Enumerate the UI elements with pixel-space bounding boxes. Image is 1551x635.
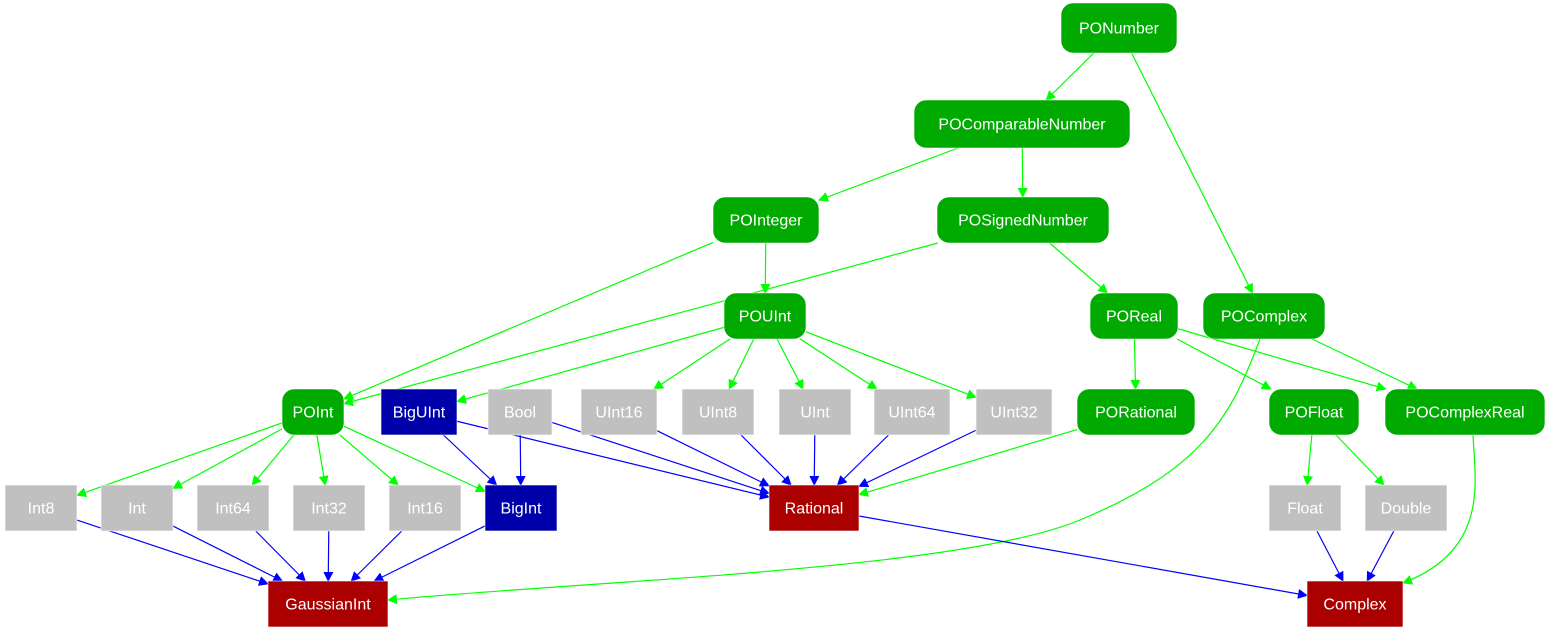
node-big-u-int: BigUInt	[380, 388, 458, 436]
edge-po-signed-number-to-po-real	[1049, 242, 1109, 294]
edge-int64-to-gaussian-int	[255, 530, 306, 582]
node-int8: Int8	[4, 484, 78, 532]
edge-pou-int-to-u-int16	[653, 338, 731, 390]
node-label: Int	[128, 501, 146, 518]
edge-po-signed-number-to-po-int	[343, 242, 939, 407]
type-hierarchy-graph: PONumber POComparableNumber POInteger POSig…	[4, 2, 1546, 628]
node-u-int16: UInt16	[580, 388, 658, 436]
edge-po-int-to-int16	[339, 434, 399, 486]
node-pou-int: POUInt	[723, 292, 807, 340]
node-label: Rational	[785, 501, 844, 518]
edge-float-to-complex	[1316, 530, 1344, 582]
edge-pou-int-to-u-int8	[728, 338, 755, 390]
edge-po-int-to-big-int	[343, 425, 486, 493]
node-po-int: POInt	[281, 388, 345, 436]
edge-u-int32-to-rational	[858, 429, 977, 488]
node-label: Float	[1287, 501, 1323, 518]
edge-po-rational-to-rational	[858, 429, 1078, 497]
edge-po-number-to-po-comparable-number	[1045, 52, 1095, 101]
node-int16: Int16	[388, 484, 462, 532]
node-label: POComparableNumber	[938, 117, 1106, 134]
edge-big-int-to-gaussian-int	[373, 525, 486, 582]
nodes-layer: PONumber POComparableNumber POInteger POSig…	[4, 2, 1546, 628]
node-label: UInt16	[595, 405, 642, 422]
node-po-integer: POInteger	[712, 196, 820, 244]
edge-u-int64-to-rational	[836, 434, 889, 486]
node-label: UInt	[800, 405, 830, 422]
node-int32: Int32	[292, 484, 366, 532]
edge-double-to-complex	[1366, 530, 1395, 582]
node-label: POUInt	[739, 309, 792, 326]
node-bool: Bool	[487, 388, 553, 436]
edge-po-comparable-number-to-po-integer	[818, 147, 959, 202]
node-label: Double	[1381, 501, 1432, 518]
node-label: UInt32	[990, 405, 1037, 422]
edge-po-comparable-number-to-po-signed-number	[1017, 147, 1028, 198]
edge-po-real-to-po-rational	[1130, 338, 1141, 390]
edge-int16-to-gaussian-int	[350, 530, 403, 582]
node-po-comparable-number: POComparableNumber	[913, 99, 1131, 149]
edge-u-int8-to-rational	[740, 434, 792, 486]
node-label: PONumber	[1079, 21, 1160, 38]
node-label: Bool	[504, 405, 536, 422]
node-label: PORational	[1095, 405, 1177, 422]
node-label: Int32	[311, 501, 347, 518]
node-float: Float	[1268, 484, 1342, 532]
edge-po-int-to-int32	[316, 434, 329, 486]
node-int64: Int64	[196, 484, 270, 532]
node-complex: Complex	[1306, 580, 1404, 628]
node-label: POInteger	[730, 213, 804, 230]
node-label: POComplexReal	[1405, 405, 1524, 422]
node-label: BigInt	[501, 501, 542, 518]
edge-po-number-to-po-complex	[1131, 52, 1253, 294]
node-label: Int8	[28, 501, 55, 518]
node-label: UInt8	[699, 405, 737, 422]
node-label: UInt64	[888, 405, 935, 422]
node-po-complex-real: POComplexReal	[1384, 388, 1546, 436]
node-gaussian-int: GaussianInt	[267, 580, 389, 628]
node-label: Complex	[1323, 597, 1386, 614]
node-label: GaussianInt	[285, 597, 371, 614]
edge-po-complex-to-gaussian-int	[387, 338, 1261, 605]
node-u-int64: UInt64	[873, 388, 951, 436]
edge-u-int16-to-rational	[656, 430, 770, 487]
node-po-signed-number: POSignedNumber	[936, 196, 1110, 244]
edge-po-int-to-int	[172, 428, 283, 489]
node-label: POInt	[293, 405, 334, 422]
edge-po-float-to-double	[1335, 434, 1385, 486]
node-int: Int	[100, 484, 174, 532]
node-po-complex: POComplex	[1202, 292, 1326, 340]
edge-po-float-to-float	[1303, 434, 1313, 486]
node-label: POReal	[1106, 309, 1162, 326]
edge-pou-int-to-u-int	[776, 338, 804, 390]
node-po-float: POFloat	[1268, 388, 1360, 436]
edge-int-to-gaussian-int	[172, 525, 284, 582]
node-po-real: POReal	[1089, 292, 1179, 340]
edge-pou-int-to-u-int64	[799, 338, 878, 390]
node-big-int: BigInt	[484, 484, 558, 532]
edge-pou-int-to-u-int32	[805, 331, 977, 399]
node-po-rational: PORational	[1076, 388, 1196, 436]
edge-po-complex-to-po-complex-real	[1311, 338, 1418, 390]
node-label: POComplex	[1221, 309, 1307, 326]
node-label: Int64	[215, 501, 251, 518]
edge-u-int-to-rational	[809, 434, 820, 486]
node-po-number: PONumber	[1060, 2, 1178, 54]
node-u-int8: UInt8	[681, 388, 755, 436]
edge-big-u-int-to-big-int	[443, 434, 498, 486]
node-rational: Rational	[768, 484, 860, 532]
edge-po-integer-to-po-int	[343, 241, 714, 400]
node-u-int32: UInt32	[975, 388, 1053, 436]
edge-int32-to-gaussian-int	[323, 530, 334, 582]
node-u-int: UInt	[778, 388, 852, 436]
node-label: BigUInt	[393, 405, 446, 422]
edge-rational-to-complex	[858, 515, 1308, 599]
edge-bool-to-big-int	[515, 434, 526, 486]
node-label: POFloat	[1285, 405, 1344, 422]
node-label: POSignedNumber	[958, 213, 1089, 230]
node-double: Double	[1364, 484, 1448, 532]
edge-po-int-to-int64	[251, 434, 295, 486]
node-label: Int16	[407, 501, 443, 518]
edge-po-integer-to-pou-int	[760, 242, 771, 294]
